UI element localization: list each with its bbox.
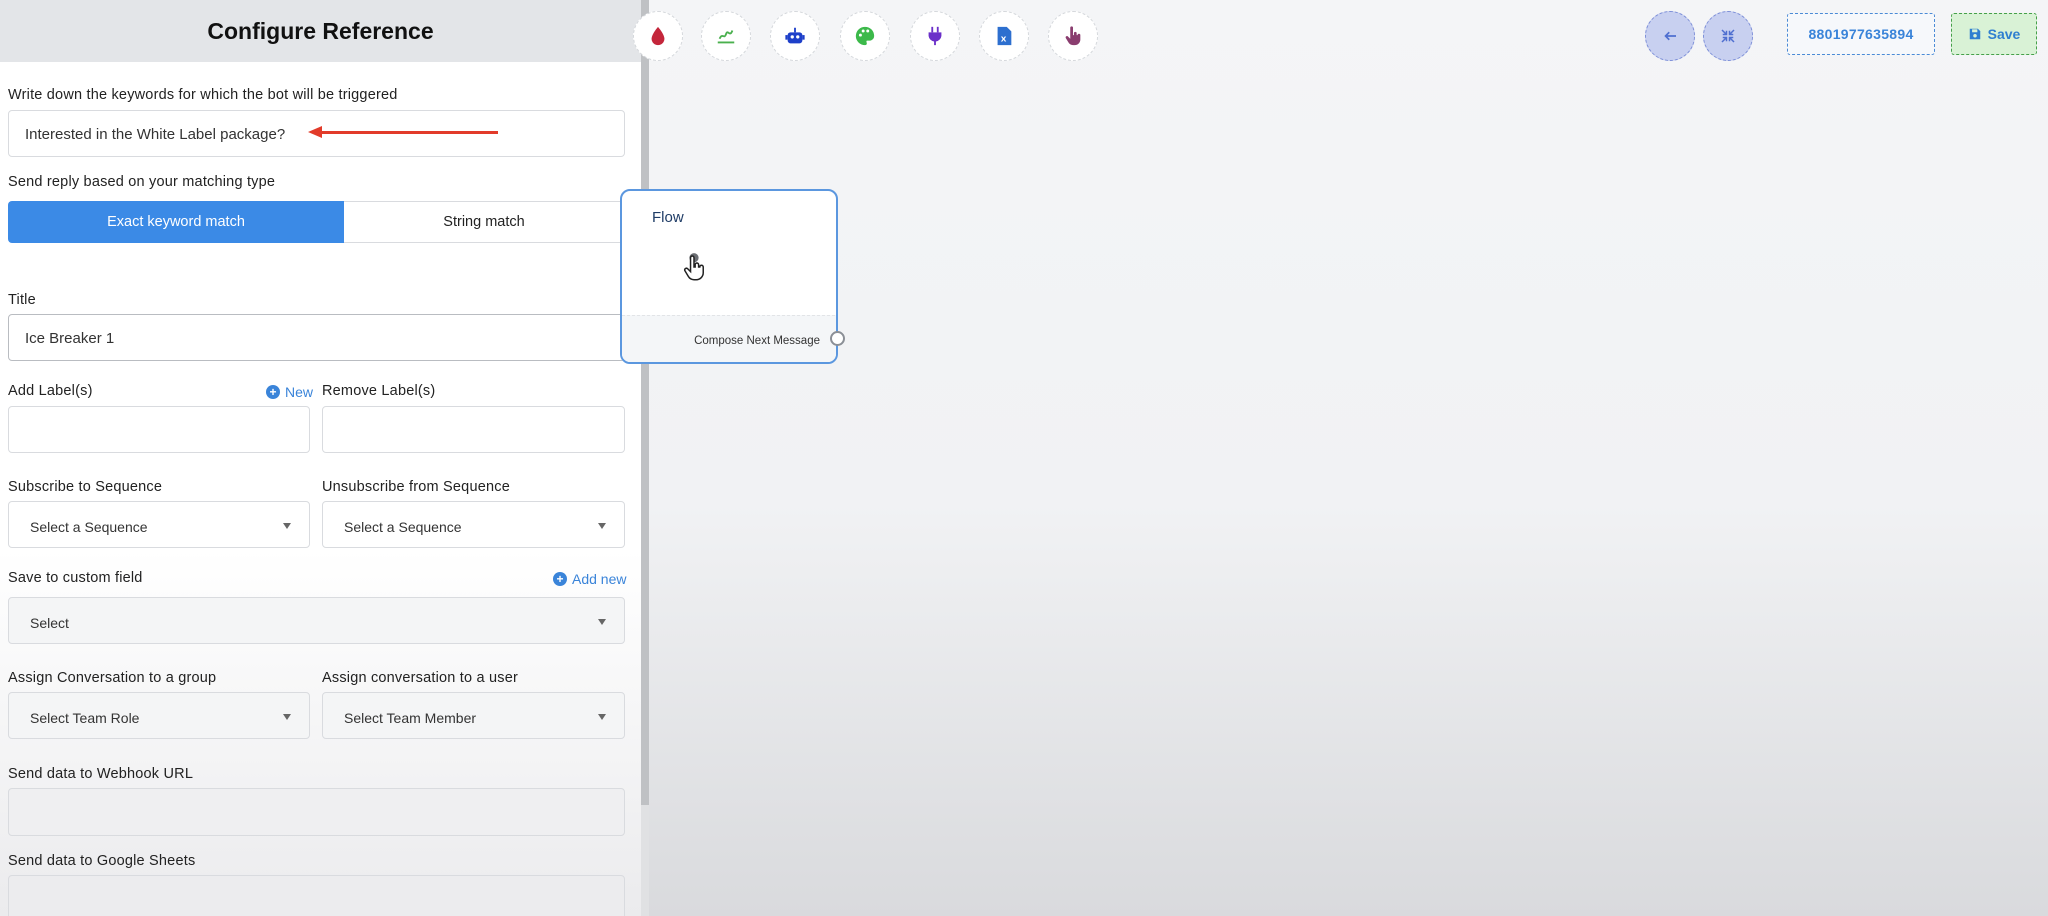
- chevron-down-icon: [283, 523, 291, 529]
- new-label-text: New: [285, 384, 314, 400]
- assign-user-label: Assign conversation to a user: [322, 670, 519, 686]
- annotation-arrow-icon: [308, 126, 322, 138]
- subscribe-sequence-value: Select a Sequence: [30, 519, 148, 535]
- custom-field-label: Save to custom field: [8, 570, 143, 586]
- keywords-label: Write down the keywords for which the bo…: [8, 87, 398, 103]
- assign-user-select[interactable]: Select Team Member: [322, 692, 625, 739]
- save-label: Save: [1987, 26, 2021, 42]
- panel-scrollbar-track: [641, 805, 649, 916]
- fit-view-button[interactable]: [1703, 11, 1753, 61]
- annotation-arrow-line: [318, 131, 498, 134]
- back-button[interactable]: [1645, 11, 1695, 61]
- pointer-hand-icon: [683, 253, 704, 281]
- assign-user-value: Select Team Member: [344, 710, 477, 726]
- add-labels-input[interactable]: [8, 406, 310, 453]
- pointer-hand-icon[interactable]: [1048, 11, 1098, 61]
- matching-type-label: Send reply based on your matching type: [8, 174, 276, 190]
- flow-node-title: Flow: [652, 209, 684, 226]
- panel-scrollbar[interactable]: [641, 0, 649, 805]
- assign-group-select[interactable]: Select Team Role: [8, 692, 310, 739]
- unsubscribe-sequence-label: Unsubscribe from Sequence: [322, 479, 510, 495]
- add-labels-label: Add Label(s): [8, 383, 93, 399]
- subscribe-sequence-label: Subscribe to Sequence: [8, 479, 163, 495]
- plus-circle-icon: +: [266, 385, 280, 399]
- palette-icon[interactable]: [840, 11, 890, 61]
- node-output-connector[interactable]: [830, 331, 845, 346]
- title-label: Title: [8, 292, 36, 308]
- google-sheets-label: Send data to Google Sheets: [8, 853, 196, 869]
- new-label-link[interactable]: + New: [266, 384, 313, 400]
- chevron-down-icon: [598, 714, 606, 720]
- configure-reference-panel: Configure Reference Write down the keywo…: [0, 0, 641, 916]
- google-sheets-input[interactable]: [8, 875, 625, 916]
- assign-group-label: Assign Conversation to a group: [8, 670, 217, 686]
- chevron-down-icon: [598, 523, 606, 529]
- compress-icon: [1721, 29, 1735, 43]
- keywords-value: Interested in the White Label package?: [25, 126, 286, 143]
- plus-circle-icon: +: [553, 572, 567, 586]
- robot-icon[interactable]: [770, 11, 820, 61]
- drop-icon[interactable]: [633, 11, 683, 61]
- title-value: Ice Breaker 1: [25, 330, 115, 347]
- add-new-custom-field-link[interactable]: + Add new: [553, 571, 626, 587]
- panel-header: Configure Reference: [0, 0, 641, 62]
- flow-node-footer: Compose Next Message: [622, 315, 836, 362]
- panel-title: Configure Reference: [207, 17, 434, 44]
- custom-field-select[interactable]: Select: [8, 597, 625, 644]
- arrow-left-icon: [1664, 31, 1676, 41]
- plug-icon[interactable]: [910, 11, 960, 61]
- remove-labels-input[interactable]: [322, 406, 625, 453]
- subscribe-sequence-select[interactable]: Select a Sequence: [8, 501, 310, 548]
- flow-node[interactable]: Flow Compose Next Message: [620, 189, 838, 364]
- webhook-label: Send data to Webhook URL: [8, 766, 194, 782]
- chevron-down-icon: [283, 714, 291, 720]
- signature-icon[interactable]: [701, 11, 751, 61]
- assign-group-value: Select Team Role: [30, 710, 140, 726]
- unsubscribe-sequence-value: Select a Sequence: [344, 519, 462, 535]
- title-input[interactable]: Ice Breaker 1: [8, 314, 625, 361]
- floppy-disk-icon: [1969, 28, 1980, 40]
- unsubscribe-sequence-select[interactable]: Select a Sequence: [322, 501, 625, 548]
- exact-keyword-match-button[interactable]: Exact keyword match: [8, 201, 344, 243]
- remove-labels-label: Remove Label(s): [322, 383, 436, 399]
- svg-text:X: X: [1001, 35, 1007, 44]
- string-match-button[interactable]: String match: [344, 201, 625, 243]
- phone-number-button[interactable]: 8801977635894: [1787, 13, 1935, 55]
- add-new-text: Add new: [572, 571, 627, 587]
- webhook-input[interactable]: [8, 788, 625, 836]
- save-button[interactable]: Save: [1951, 13, 2037, 55]
- chevron-down-icon: [598, 619, 606, 625]
- compose-next-message-text: Compose Next Message: [694, 335, 820, 347]
- custom-field-value: Select: [30, 615, 69, 631]
- excel-file-icon[interactable]: X: [979, 11, 1029, 61]
